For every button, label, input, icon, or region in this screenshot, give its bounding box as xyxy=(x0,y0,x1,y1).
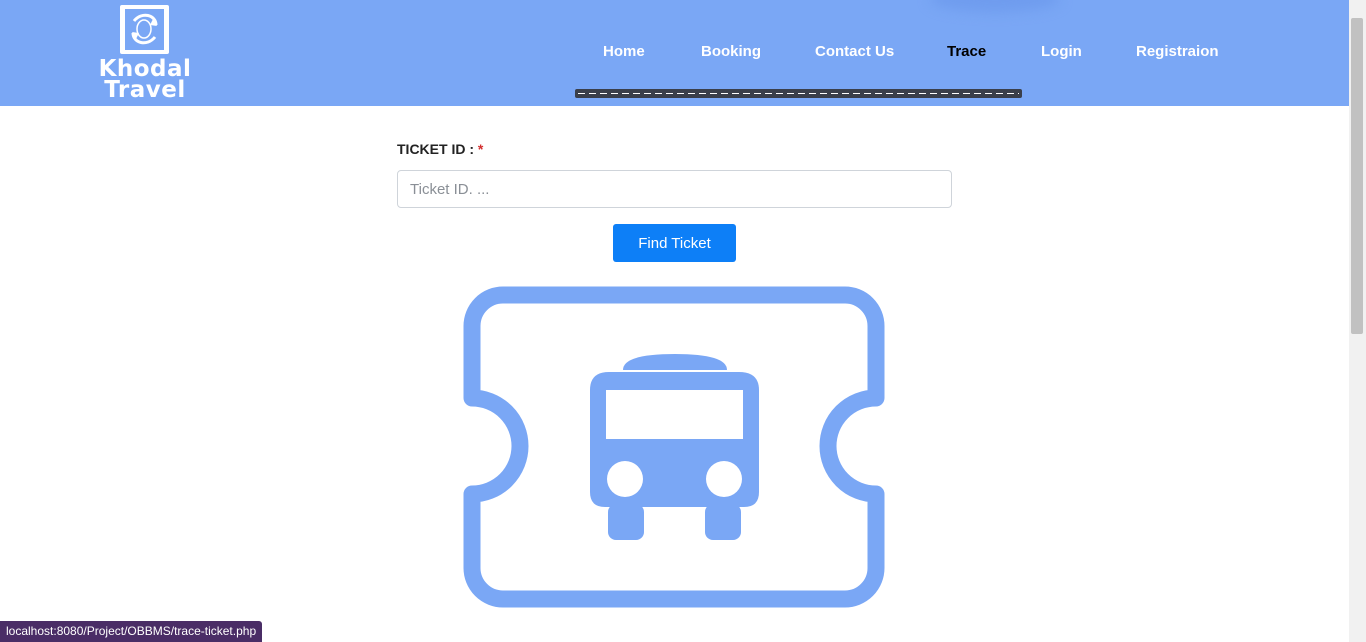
nav-login[interactable]: Login xyxy=(1041,43,1082,60)
nav-contact-us[interactable]: Contact Us xyxy=(815,43,894,60)
ticket-id-input[interactable] xyxy=(397,170,952,208)
ticket-id-label: TICKET ID : * xyxy=(397,141,483,157)
scrollbar-thumb[interactable] xyxy=(1351,18,1363,334)
logo-text: Khodal Travel xyxy=(95,58,195,103)
ticket-id-label-text: TICKET ID : xyxy=(397,141,474,157)
required-marker: * xyxy=(477,141,484,157)
nav-home[interactable]: Home xyxy=(603,43,645,60)
nav-active-underline xyxy=(575,89,1022,98)
header-glow xyxy=(930,0,1060,12)
page-scrollbar[interactable] xyxy=(1349,0,1366,642)
nav-booking[interactable]: Booking xyxy=(701,43,761,60)
bus-ticket-icon xyxy=(463,286,887,608)
main-nav: Home Booking Contact Us Trace Login Regi… xyxy=(0,43,1349,65)
nav-trace[interactable]: Trace xyxy=(947,43,986,60)
nav-registration[interactable]: Registraion xyxy=(1136,43,1219,60)
status-bar-url: localhost:8080/Project/OBBMS/trace-ticke… xyxy=(0,621,263,642)
find-ticket-button[interactable]: Find Ticket xyxy=(613,224,736,262)
logo-line2: Travel xyxy=(104,77,186,103)
